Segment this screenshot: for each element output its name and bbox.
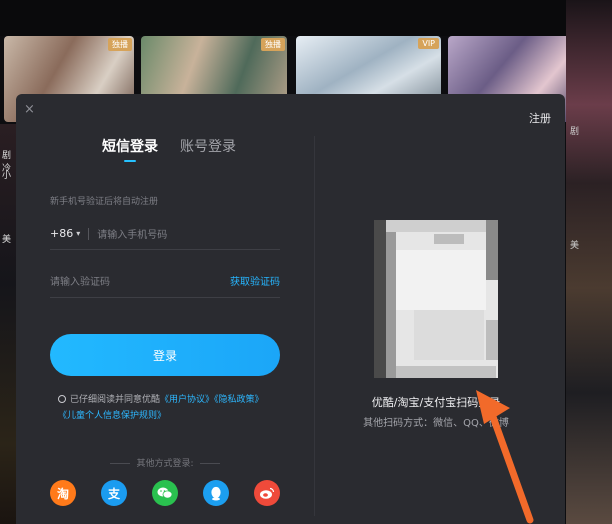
agreement-text: 已仔细阅读并同意优酷	[70, 395, 161, 405]
child-policy-link[interactable]: 《儿童个人信息保护规则》	[58, 411, 166, 421]
chevron-down-icon: ▾	[76, 229, 81, 238]
phone-input[interactable]: 请输入手机号码	[97, 226, 167, 241]
wechat-icon[interactable]	[152, 480, 178, 506]
auto-register-hint: 新手机号验证后将自动注册	[50, 197, 159, 207]
user-agreement-link[interactable]: 《用户协议》	[160, 395, 214, 405]
qq-glyph	[211, 486, 221, 500]
register-link[interactable]: 注册	[529, 110, 551, 126]
country-code-select[interactable]: +86 ▾	[50, 227, 80, 240]
other-login-title: 其他方式登录:	[50, 456, 280, 469]
annotation-arrow-icon	[476, 390, 534, 524]
right-background-strip: 剧 美	[566, 0, 612, 524]
get-code-link[interactable]: 获取验证码	[230, 273, 280, 288]
alipay-icon[interactable]: 支	[101, 480, 127, 506]
privacy-policy-link[interactable]: 《隐私政策》	[214, 395, 264, 405]
bg-text: 美	[570, 241, 580, 251]
other-login-label: 其他方式登录:	[136, 459, 194, 469]
bg-text: 剧	[570, 127, 580, 137]
poster-badge: VIP	[418, 38, 439, 49]
poster-badge: 独播	[108, 38, 132, 51]
phone-field[interactable]: +86 ▾ 请输入手机号码	[50, 218, 280, 250]
login-tabs: 短信登录 账号登录	[102, 136, 236, 156]
code-field[interactable]: 请输入验证码 获取验证码	[50, 264, 280, 298]
poster-badge: 独播	[261, 38, 285, 51]
wechat-glyph	[157, 487, 173, 499]
divider	[88, 227, 90, 240]
login-button[interactable]: 登录	[50, 334, 280, 376]
weibo-icon[interactable]	[254, 480, 280, 506]
social-login-row: 淘 支	[50, 480, 280, 506]
tab-sms-login[interactable]: 短信登录	[102, 136, 158, 156]
vertical-divider	[314, 136, 315, 516]
agreement: 已仔细阅读并同意优酷《用户协议》《隐私政策》 《儿童个人信息保护规则》	[58, 392, 288, 424]
tab-account-login[interactable]: 账号登录	[180, 136, 236, 156]
close-icon[interactable]: ×	[24, 102, 35, 117]
top-bar	[0, 0, 612, 36]
bg-text: 美	[2, 235, 12, 245]
country-code-label: +86	[50, 227, 74, 240]
taobao-icon[interactable]: 淘	[50, 480, 76, 506]
left-background-strip: 剧冷 小 美	[0, 124, 16, 524]
weibo-glyph	[260, 487, 275, 499]
bg-text: 小	[2, 171, 12, 181]
agree-radio[interactable]	[58, 395, 66, 403]
code-input[interactable]: 请输入验证码	[50, 273, 110, 288]
qr-code[interactable]	[374, 220, 498, 378]
qq-icon[interactable]	[203, 480, 229, 506]
